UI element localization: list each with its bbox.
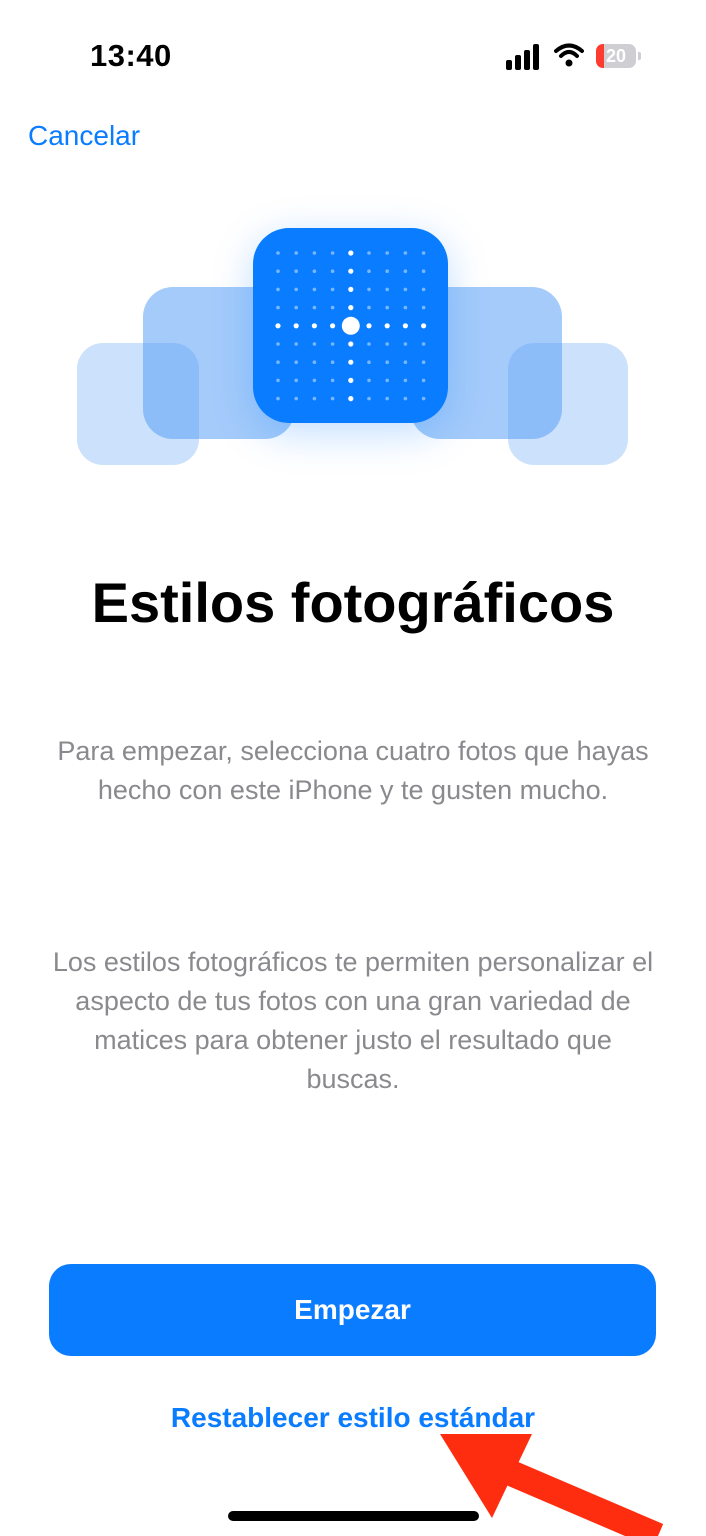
intro-text: Para empezar, selecciona cuatro fotos qu… — [57, 736, 649, 805]
grid-dot — [312, 378, 317, 383]
grid-dot — [275, 323, 281, 329]
grid-dot — [294, 305, 298, 310]
page-title: Estilos fotográficos — [91, 571, 615, 634]
grid-dot — [367, 269, 371, 273]
home-indicator[interactable] — [228, 1511, 479, 1521]
grid-dot — [348, 359, 354, 365]
grid-dot — [403, 396, 408, 401]
grid-dot — [276, 342, 280, 346]
grid-dot — [421, 287, 426, 292]
grid-dot — [276, 360, 280, 364]
photographic-styles-illustration — [0, 200, 706, 510]
grid-dot — [294, 360, 298, 364]
grid-dot — [293, 323, 299, 329]
grid-dot — [311, 323, 317, 329]
grid-dot — [384, 323, 390, 329]
grid-dot — [385, 378, 389, 383]
grid-dot — [348, 268, 354, 274]
grid-dot — [403, 305, 408, 310]
grid-center-dot — [341, 316, 360, 335]
grid-dot — [421, 342, 426, 346]
grid-dot — [294, 269, 298, 273]
grid-dot — [276, 305, 280, 310]
grid-dot — [367, 360, 371, 364]
grid-dot — [348, 377, 354, 383]
grid-dot — [385, 287, 389, 292]
grid-dot — [330, 251, 335, 255]
grid-dot — [348, 305, 354, 311]
grid-dot — [276, 378, 280, 383]
grid-dot — [276, 287, 280, 292]
grid-dot — [276, 251, 280, 255]
grid-dot — [367, 287, 371, 292]
battery-percentage: 20 — [605, 46, 627, 66]
grid-dot — [385, 251, 389, 255]
grid-dot — [312, 269, 317, 273]
grid-dot — [385, 396, 389, 401]
grid-dot — [312, 251, 317, 255]
grid-dot — [385, 360, 389, 364]
grid-dot — [421, 378, 426, 383]
dot-grid — [275, 250, 427, 402]
grid-dot — [276, 396, 280, 401]
grid-dot — [367, 378, 371, 383]
grid-dot — [421, 269, 426, 273]
grid-dot — [330, 269, 335, 273]
battery-indicator: 20 — [596, 44, 642, 68]
grid-dot — [385, 342, 389, 346]
status-time: 13:40 — [90, 38, 172, 73]
grid-dot — [294, 287, 298, 292]
description-text: Los estilos fotográficos te permiten per… — [52, 947, 654, 1094]
grid-dot — [421, 251, 426, 255]
grid-dot — [276, 269, 280, 273]
grid-dot — [294, 342, 298, 346]
grid-dot — [402, 323, 408, 329]
grid-dot — [385, 305, 389, 310]
grid-dot — [403, 378, 408, 383]
grid-dot — [330, 360, 335, 364]
grid-dot — [312, 287, 317, 292]
grid-dot — [330, 323, 336, 329]
grid-dot — [294, 378, 298, 383]
grid-dot — [312, 342, 317, 346]
photographic-styles-grid-icon — [253, 228, 448, 423]
grid-dot — [348, 250, 354, 256]
wifi-icon — [554, 43, 584, 67]
grid-dot — [312, 305, 317, 310]
grid-dot — [421, 360, 426, 364]
grid-dot — [366, 323, 372, 329]
grid-dot — [367, 305, 371, 310]
grid-dot — [330, 396, 335, 401]
cellular-signal-icon — [506, 44, 539, 70]
grid-dot — [403, 269, 408, 273]
grid-dot — [403, 360, 408, 364]
grid-dot — [348, 286, 354, 292]
grid-dot — [367, 251, 371, 255]
grid-dot — [367, 342, 371, 346]
start-button[interactable]: Empezar — [49, 1264, 656, 1356]
grid-dot — [385, 269, 389, 273]
grid-dot — [421, 323, 427, 329]
grid-dot — [348, 341, 354, 347]
grid-dot — [294, 251, 298, 255]
grid-dot — [367, 396, 371, 401]
grid-dot — [403, 287, 408, 292]
grid-dot — [421, 396, 426, 401]
grid-dot — [348, 396, 354, 402]
grid-dot — [421, 305, 426, 310]
grid-dot — [312, 360, 317, 364]
status-bar: 13:40 20 — [0, 0, 706, 110]
grid-dot — [403, 342, 408, 346]
grid-dot — [312, 396, 317, 401]
grid-dot — [330, 305, 335, 310]
grid-dot — [330, 287, 335, 292]
grid-dot — [330, 378, 335, 383]
grid-dot — [294, 396, 298, 401]
grid-dot — [330, 342, 335, 346]
cancel-button[interactable]: Cancelar — [28, 120, 140, 152]
grid-dot — [403, 251, 408, 255]
